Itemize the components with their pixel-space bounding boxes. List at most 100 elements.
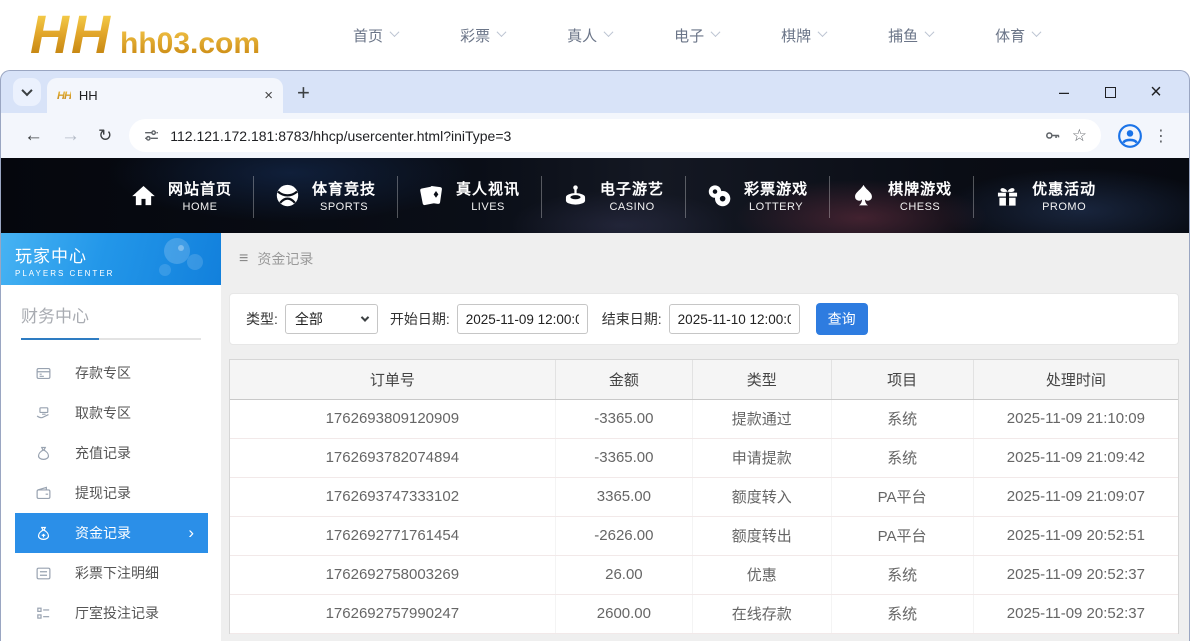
chevron-down-icon [1032,27,1042,37]
cell-order-id: 1762693782074894 [230,438,555,477]
cell-amount: -2626.00 [555,516,692,555]
cell-type: 额度转出 [693,516,831,555]
maximize-button[interactable] [1087,77,1133,107]
sidebar-menu-item[interactable]: 厅室投注记录 › [1,593,221,633]
new-tab-button[interactable]: + [297,82,310,104]
site-nav-label: 体育 [995,25,1025,46]
type-select[interactable]: 全部 [285,304,378,334]
money-bag-icon [35,445,52,462]
site-info-icon[interactable] [143,127,160,144]
back-button[interactable]: ← [15,125,52,147]
table-row[interactable]: 1762692771761454 -2626.00 额度转出 PA平台 2025… [230,516,1178,555]
logo-domain-text: hh03.com [120,29,260,59]
browser-tabstrip: HH HH × + – × [1,71,1189,113]
cell-amount: 26.00 [555,555,692,594]
sidebar-menu-item[interactable]: 资金记录 › [15,513,208,553]
close-window-button[interactable]: × [1133,77,1179,107]
browser-menu-icon[interactable]: ⋮ [1151,126,1175,146]
cell-time: 2025-11-09 21:09:07 [973,477,1178,516]
site-nav-label: 首页 [353,25,383,46]
game-nav-item[interactable]: 优惠活动 PROMO [973,178,1117,213]
game-nav-item[interactable]: 棋牌游戏 CHESS [829,178,973,213]
funds-table: 订单号金额类型项目处理时间 1762693809120909 -3365.00 … [229,359,1179,634]
site-nav-item[interactable]: 首页 [322,25,429,46]
cell-type: 提款通过 [693,399,831,438]
game-nav-label-zh: 体育竞技 [312,178,376,199]
end-date-input[interactable] [669,304,800,334]
game-nav-label-en: CHESS [900,201,940,213]
game-nav-item[interactable]: 彩票游戏 LOTTERY [685,178,829,213]
table-header-row: 订单号金额类型项目处理时间 [230,360,1178,399]
sidebar-menu-item[interactable]: 玩家投注报表 › [1,633,221,641]
site-nav-label: 电子 [674,25,704,46]
cell-order-id: 1762692757990247 [230,594,555,633]
site-nav-item[interactable]: 捕鱼 [857,25,964,46]
table-row[interactable]: 1762692757990247 2600.00 在线存款 系统 2025-11… [230,594,1178,633]
tab-title: HH [79,88,98,103]
close-tab-icon[interactable]: × [264,88,273,103]
cell-time: 2025-11-09 20:52:37 [973,555,1178,594]
site-nav-item[interactable]: 棋牌 [750,25,857,46]
table-header-cell: 订单号 [230,360,555,399]
forward-button[interactable]: → [52,125,89,147]
cell-project: 系统 [831,594,973,633]
cell-project: PA平台 [831,477,973,516]
game-nav-item[interactable]: 电子游艺 CASINO [541,178,685,213]
sidebar-menu-item[interactable]: 提现记录 › [1,473,221,513]
start-date-input[interactable] [457,304,588,334]
game-nav: 网站首页 HOME 体育竞技 SPORTS [1,158,1189,233]
site-logo[interactable]: HH hh03.com [30,11,260,60]
sidebar-item-label: 提现记录 [75,483,131,503]
sidebar-menu-item[interactable]: 充值记录 › [1,433,221,473]
section-underline [21,338,201,340]
site-nav-item[interactable]: 电子 [643,25,750,46]
game-nav-label-zh: 优惠活动 [1032,178,1096,199]
site-nav-item[interactable]: 真人 [536,25,643,46]
profile-avatar-icon[interactable] [1117,123,1143,149]
lottery-list-icon [35,565,52,582]
game-nav-label-en: LOTTERY [749,201,803,213]
tab-search-button[interactable] [13,78,41,106]
game-nav-label-zh: 真人视讯 [456,178,520,199]
password-key-icon[interactable] [1043,126,1062,145]
start-date-label: 开始日期: [390,309,450,329]
sidebar-menu-item[interactable]: 存款专区 › [1,353,221,393]
bookmark-star-icon[interactable]: ☆ [1072,126,1087,146]
gamepad-watermark-icon [135,235,215,285]
site-nav-item[interactable]: 彩票 [429,25,536,46]
game-nav-label-zh: 网站首页 [168,178,232,199]
sidebar: 玩家中心 PLAYERS CENTER 财务中心 [1,233,221,641]
sidebar-item-label: 存款专区 [75,363,131,383]
url-text[interactable]: 112.121.172.181:8783/hhcp/usercenter.htm… [170,128,1033,144]
sidebar-menu-item[interactable]: 取款专区 › [1,393,221,433]
table-row[interactable]: 1762692758003269 26.00 优惠 系统 2025-11-09 … [230,555,1178,594]
cell-type: 申请提款 [693,438,831,477]
sports-ball-icon [274,182,301,209]
address-bar[interactable]: 112.121.172.181:8783/hhcp/usercenter.htm… [129,119,1101,152]
reload-button[interactable]: ↻ [89,126,121,146]
window-controls: – × [1041,77,1179,107]
cell-amount: -3365.00 [555,399,692,438]
game-nav-label-en: HOME [183,201,218,213]
browser-tab[interactable]: HH HH × [47,78,283,113]
funds-bag-icon [35,525,52,542]
deposit-card-icon [35,365,52,382]
table-row[interactable]: 1762693747333102 3365.00 额度转入 PA平台 2025-… [230,477,1178,516]
minimize-button[interactable]: – [1041,77,1087,107]
game-nav-item[interactable]: 网站首页 HOME [109,178,253,213]
finance-center-title: 财务中心 [21,302,201,327]
spade-icon [850,182,877,209]
table-row[interactable]: 1762693809120909 -3365.00 提款通过 系统 2025-1… [230,399,1178,438]
table-row[interactable]: 1762693782074894 -3365.00 申请提款 系统 2025-1… [230,438,1178,477]
search-button[interactable]: 查询 [816,303,868,335]
game-nav-item[interactable]: 体育竞技 SPORTS [253,178,397,213]
chevron-down-icon [925,27,935,37]
game-nav-item[interactable]: 真人视讯 LIVES [397,178,541,213]
table-header-cell: 项目 [831,360,973,399]
sidebar-item-label: 充值记录 [75,443,131,463]
roulette-icon [562,182,589,209]
chevron-down-icon [361,313,369,321]
site-nav-item[interactable]: 体育 [964,25,1071,46]
sidebar-menu-item[interactable]: 彩票下注明细 › [1,553,221,593]
chevron-down-icon [604,27,614,37]
